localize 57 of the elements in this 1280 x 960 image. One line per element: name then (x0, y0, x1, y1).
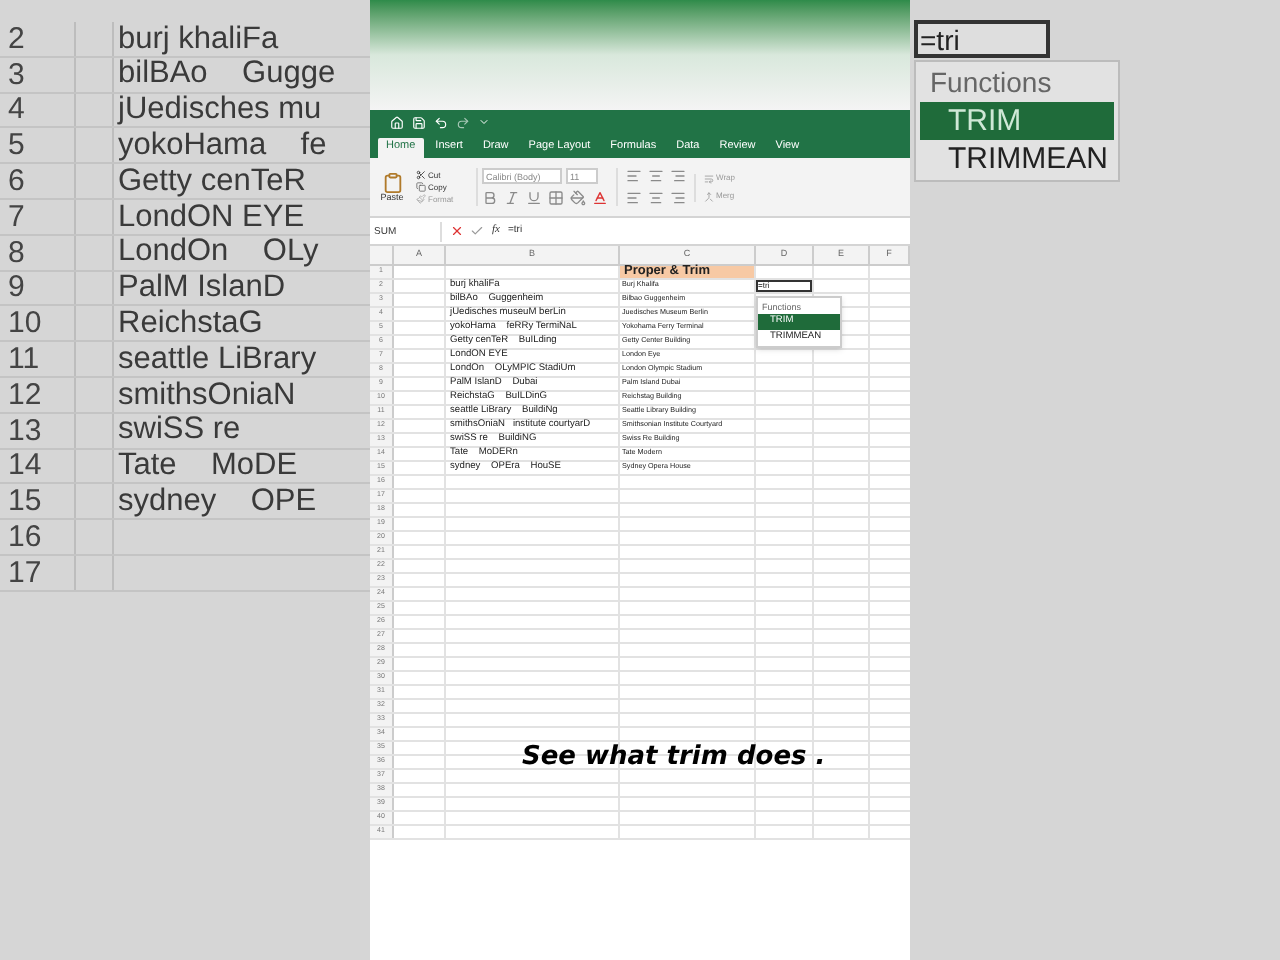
row-number: 12 (8, 379, 42, 410)
align-left-icon[interactable] (626, 190, 642, 206)
brush-icon[interactable] (416, 194, 426, 204)
bold-icon[interactable] (482, 190, 498, 206)
cell-text: PalM IslanD (118, 272, 286, 304)
row-number: 15 (8, 486, 42, 517)
merge-icon[interactable] (704, 191, 714, 201)
row-number: 5 (8, 130, 25, 161)
fill-color-icon[interactable] (570, 190, 586, 206)
row-number: 16 (8, 522, 42, 553)
row-number: 6 (8, 166, 25, 197)
font-color-icon[interactable] (592, 190, 608, 206)
underline-icon[interactable] (526, 190, 542, 206)
align-center-icon[interactable] (648, 190, 664, 206)
copy-icon[interactable] (416, 182, 426, 192)
italic-icon[interactable] (504, 190, 520, 206)
cell-text: burj khaliFa (118, 23, 279, 55)
scissors-icon[interactable] (416, 170, 426, 180)
cell-text: Getty cenTeR (118, 165, 306, 197)
cell-text: yokoHama fe (118, 130, 327, 162)
suggestions-title: Functions (928, 64, 1054, 102)
row-number: 2 (8, 23, 25, 54)
home-icon[interactable] (390, 115, 404, 129)
row-number: 13 (8, 415, 42, 446)
redo-icon[interactable] (456, 115, 470, 129)
caption: See what trim does . (522, 740, 826, 776)
save-icon[interactable] (412, 115, 426, 129)
row-number: 10 (8, 308, 42, 339)
row-number: 9 (8, 272, 25, 303)
row-number: 14 (8, 450, 42, 481)
enter-icon[interactable] (470, 224, 484, 238)
row-number: 4 (8, 94, 25, 125)
row-number: 7 (8, 201, 25, 232)
cell-text: smithsOniaN (118, 379, 296, 411)
cell-text: LondON EYE (118, 201, 305, 233)
cancel-icon[interactable] (450, 224, 464, 238)
borders-icon[interactable] (548, 190, 564, 206)
editing-cell[interactable]: =tri (914, 20, 1050, 58)
paste-icon[interactable] (381, 171, 403, 194)
caret-icon[interactable] (478, 116, 490, 128)
wrap-icon[interactable] (704, 173, 714, 183)
cell-text: seattle LiBrary (118, 343, 317, 375)
row-number: 3 (8, 59, 25, 90)
row-number: 8 (8, 237, 25, 268)
cell-text: jUedisches mu (118, 94, 322, 126)
cell-text: ReichstaG (118, 308, 263, 340)
cell-text: swiSS re (118, 414, 241, 446)
undo-icon[interactable] (434, 115, 448, 129)
suggestion-item[interactable]: TRIM (920, 102, 1114, 140)
row-number: 11 (8, 344, 40, 375)
row-number: 17 (8, 557, 42, 588)
suggestion-item[interactable]: TRIMMEAN (920, 140, 1114, 178)
cell-text: sydney OPE (118, 486, 317, 517)
cell-text: LondOn OLy (118, 236, 319, 268)
align-right-icon[interactable] (670, 190, 686, 206)
cell-text: Tate MoDE (118, 450, 298, 482)
cell-text: bilBAo Gugge (118, 58, 336, 90)
